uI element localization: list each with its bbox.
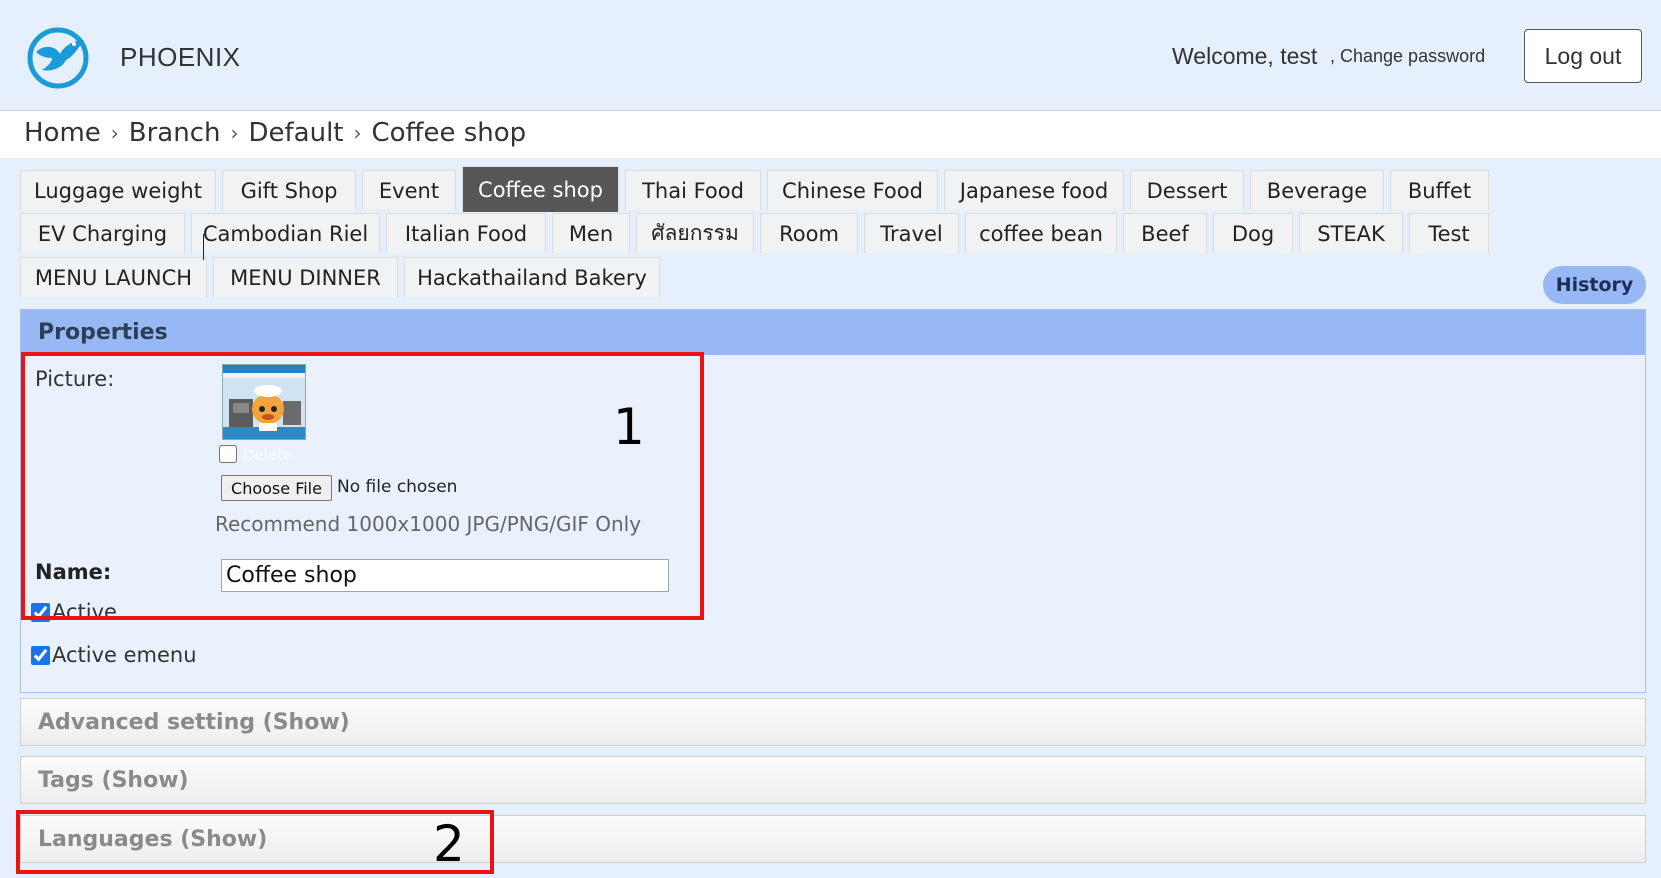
active-emenu-label: Active emenu — [52, 643, 197, 667]
advanced-setting-section[interactable]: Advanced setting (Show) — [20, 698, 1646, 746]
annotation-label-1: 1 — [613, 398, 645, 456]
tab-ev-charging[interactable]: EV Charging — [20, 213, 185, 253]
tab-menu-dinner[interactable]: MENU DINNER — [213, 257, 398, 297]
annotation-box-2 — [16, 810, 494, 874]
breadcrumb-separator: › — [230, 121, 239, 145]
tab-beverage[interactable]: Beverage — [1250, 170, 1384, 210]
tab-coffee-shop[interactable]: Coffee shop — [462, 166, 619, 212]
breadcrumb-current: Coffee shop — [371, 118, 527, 148]
tab-travel[interactable]: Travel — [864, 213, 959, 253]
tab-dog[interactable]: Dog — [1213, 213, 1293, 253]
tab-surgery[interactable]: ศัลยกรรม — [636, 213, 754, 253]
tab-menu-launch[interactable]: MENU LAUNCH — [20, 257, 207, 297]
phoenix-logo-icon[interactable] — [26, 26, 90, 90]
tab-room[interactable]: Room — [760, 213, 858, 253]
annotation-label-2: 2 — [433, 815, 465, 873]
tab-cambodian-riel[interactable]: Cambodian Riel — [191, 213, 380, 253]
tab-luggage-weight[interactable]: Luggage weight — [20, 170, 216, 210]
breadcrumb-default[interactable]: Default — [249, 118, 344, 148]
annotation-box-1 — [21, 352, 704, 620]
breadcrumb-separator: › — [110, 121, 119, 145]
tab-italian-food[interactable]: Italian Food — [386, 213, 546, 253]
properties-header[interactable]: Properties — [21, 310, 1645, 355]
history-button[interactable]: History — [1543, 266, 1646, 304]
tab-steak[interactable]: STEAK — [1299, 213, 1403, 253]
tab-thai-food[interactable]: Thai Food — [625, 170, 761, 210]
app-header: PHOENIX Welcome, test , Change password … — [0, 0, 1661, 111]
breadcrumb-home[interactable]: Home — [24, 118, 101, 148]
tab-chinese-food[interactable]: Chinese Food — [767, 170, 938, 210]
breadcrumb-branch[interactable]: Branch — [129, 118, 221, 148]
tab-test[interactable]: Test — [1409, 213, 1489, 253]
tab-japanese-food[interactable]: Japanese food — [944, 170, 1124, 210]
tab-men[interactable]: Men — [552, 213, 630, 253]
tab-event[interactable]: Event — [362, 170, 456, 210]
tab-hackathailand-bakery[interactable]: Hackathailand Bakery — [404, 257, 660, 297]
text-cursor — [203, 234, 204, 260]
breadcrumb: Home › Branch › Default › Coffee shop — [24, 118, 526, 148]
breadcrumb-separator: › — [353, 121, 362, 145]
tab-buffet[interactable]: Buffet — [1390, 170, 1489, 210]
active-emenu-checkbox-row[interactable]: Active emenu — [31, 643, 197, 667]
tab-coffee-bean[interactable]: coffee bean — [965, 213, 1117, 253]
tags-section[interactable]: Tags (Show) — [20, 756, 1646, 804]
tab-dessert[interactable]: Dessert — [1130, 170, 1244, 210]
app-title: PHOENIX — [120, 42, 241, 72]
change-password-link[interactable]: , Change password — [1330, 46, 1485, 67]
tab-gift-shop[interactable]: Gift Shop — [222, 170, 356, 210]
active-emenu-checkbox[interactable] — [31, 645, 50, 665]
logout-button[interactable]: Log out — [1524, 29, 1642, 83]
welcome-text: Welcome, test — [1172, 43, 1318, 69]
tab-beef[interactable]: Beef — [1123, 213, 1207, 253]
